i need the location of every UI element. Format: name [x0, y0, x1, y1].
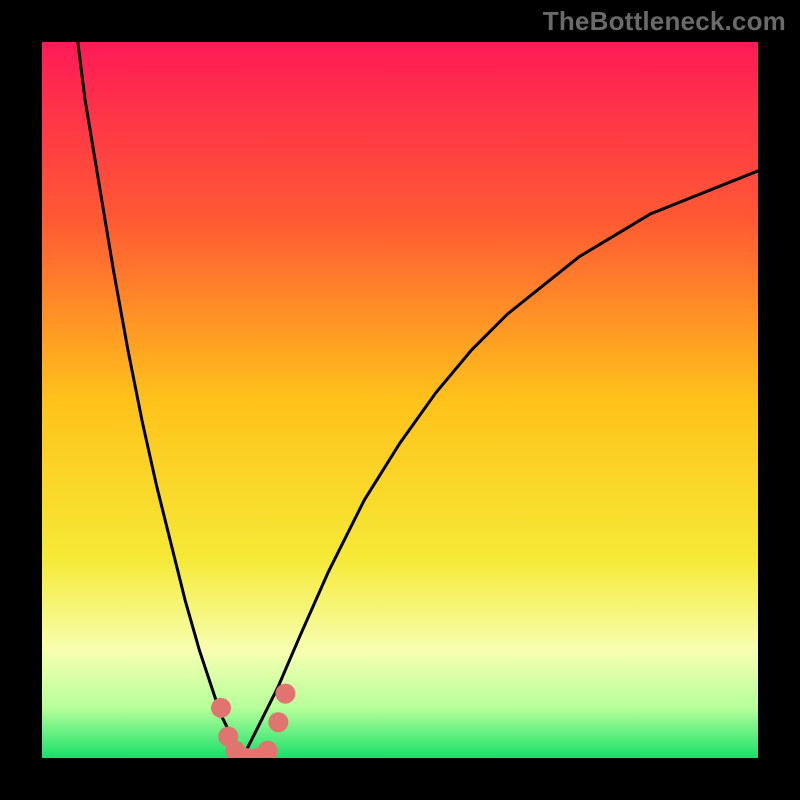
highlight-point: [268, 712, 288, 732]
highlight-point: [275, 684, 295, 704]
watermark-text: TheBottleneck.com: [543, 6, 786, 37]
highlight-point: [211, 698, 231, 718]
chart-frame: TheBottleneck.com: [0, 0, 800, 800]
plot-area: [42, 42, 758, 758]
chart-canvas: [42, 42, 758, 758]
chart-background: [42, 42, 758, 758]
